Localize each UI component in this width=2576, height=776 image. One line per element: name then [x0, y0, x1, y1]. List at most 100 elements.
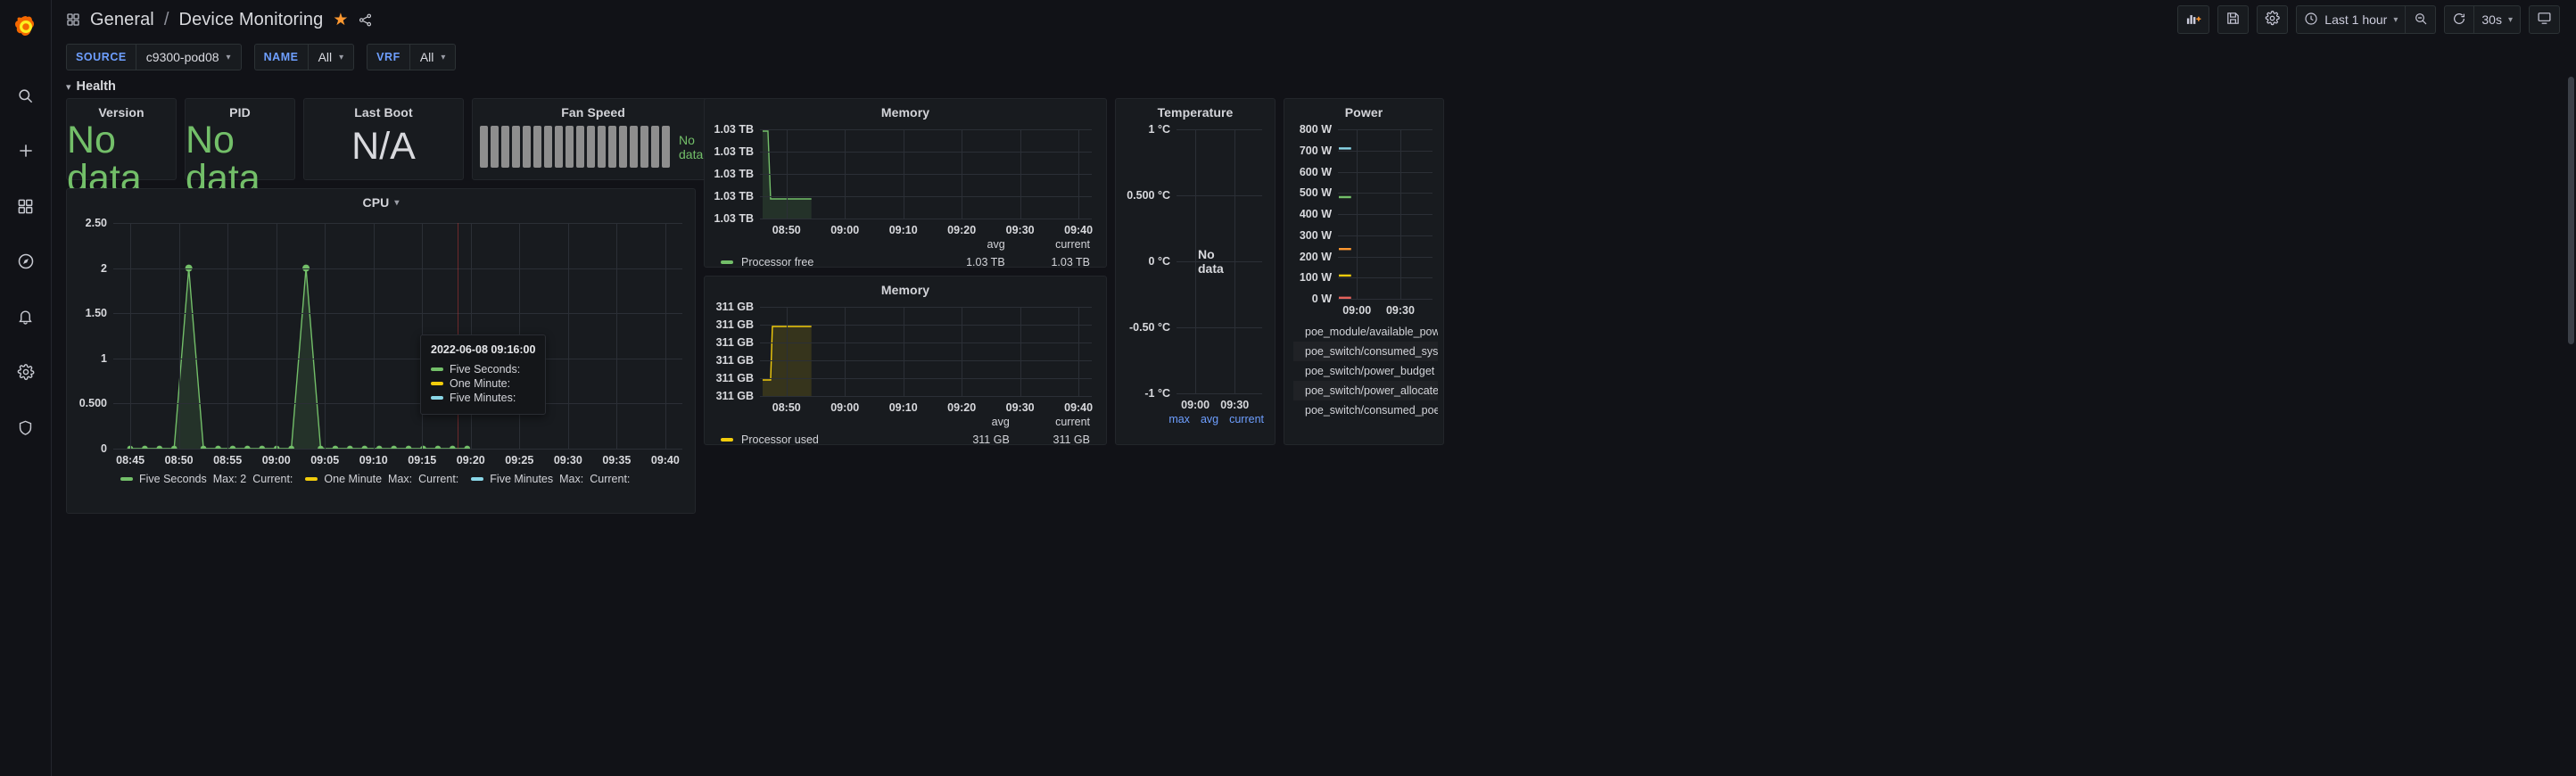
- legend-header-current[interactable]: current: [1229, 413, 1264, 425]
- gridline-horizontal: [760, 307, 1092, 308]
- y-axis-tick: 311 GB: [715, 354, 754, 367]
- tooltip-row: Five Minutes:: [431, 391, 535, 405]
- tooltip-series-label: Five Minutes:: [450, 392, 516, 404]
- grafana-logo-icon[interactable]: [7, 7, 45, 48]
- legend-header-current[interactable]: current: [1011, 414, 1090, 430]
- legend-header-avg[interactable]: avg: [1201, 413, 1218, 425]
- x-axis-tick: 09:40: [1064, 401, 1094, 414]
- memory-used-area-chart: [762, 326, 812, 396]
- refresh-interval-picker[interactable]: 30s ▾: [2474, 5, 2521, 34]
- bar-gauge-bar: [523, 126, 531, 168]
- variable-name-value[interactable]: All ▾: [307, 44, 355, 70]
- dashboard-settings-button[interactable]: [2257, 5, 2289, 34]
- clock-icon: [2304, 12, 2318, 29]
- legend-series[interactable]: poe_switch/consumed_system_power: [1293, 342, 1438, 361]
- panel-title-cpu[interactable]: CPU ▾: [67, 189, 695, 211]
- breadcrumb-folder[interactable]: General: [90, 10, 154, 30]
- gridline-horizontal: [1338, 277, 1432, 279]
- legend-header-avg[interactable]: avg: [921, 236, 1005, 252]
- share-icon[interactable]: [358, 12, 373, 28]
- star-icon[interactable]: ★: [333, 12, 348, 29]
- x-axis-tick: 09:20: [456, 454, 485, 466]
- gridline-horizontal: [760, 325, 1092, 326]
- panel-memory-used[interactable]: Memory 311 GB 311 GB 311 GB 311 GB 311 GB 311…: [704, 276, 1107, 446]
- panel-pid[interactable]: PID No data: [185, 98, 295, 198]
- page-scrollbar[interactable]: [2568, 77, 2574, 344]
- dashboards-grid-icon[interactable]: [66, 12, 80, 27]
- panel-last-boot[interactable]: Last Boot N/A: [303, 98, 464, 180]
- bar-gauge-bar: [566, 126, 574, 168]
- sidebar-item-search[interactable]: [7, 68, 45, 123]
- y-axis-tick: 700 W: [1299, 144, 1332, 157]
- sidebar-item-explore[interactable]: [7, 234, 45, 289]
- legend-header-current[interactable]: current: [1007, 236, 1090, 252]
- sidebar-item-configuration[interactable]: [7, 344, 45, 400]
- legend-series[interactable]: poe_switch/power_allocated: [1293, 381, 1438, 400]
- bar-gauge-bar: [651, 126, 659, 168]
- variable-vrf-value[interactable]: All ▾: [409, 44, 457, 70]
- plus-icon: [17, 142, 35, 160]
- row-header-health[interactable]: ▾ Health: [59, 75, 2569, 98]
- gridline-horizontal: [1177, 195, 1262, 196]
- chevron-down-icon[interactable]: ▾: [394, 198, 399, 208]
- time-range-picker[interactable]: Last 1 hour ▾: [2296, 5, 2407, 34]
- zoom-out-time-button[interactable]: [2406, 5, 2437, 34]
- search-icon: [17, 87, 34, 104]
- legend-series[interactable]: Processor used: [721, 433, 929, 446]
- legend-series[interactable]: Processor free: [721, 256, 920, 268]
- bar-gauge-bar: [512, 126, 520, 168]
- memory-used-plot-area: 311 GB 311 GB 311 GB 311 GB 311 GB 311 GB 08:5…: [716, 301, 1093, 414]
- sidebar-item-server-admin[interactable]: [7, 400, 45, 455]
- bar-gauge-bar: [640, 126, 648, 168]
- legend-series[interactable]: Five Minutes Max: Current:: [471, 473, 630, 485]
- gridline-horizontal: [1338, 129, 1432, 130]
- sidebar-item-dashboards[interactable]: [7, 178, 45, 234]
- panel-temperature[interactable]: Temperature No data 1 °C 0.500 °C 0 °C -0.5…: [1115, 98, 1276, 445]
- legend-header-max[interactable]: max: [1168, 413, 1190, 425]
- tv-mode-button[interactable]: [2529, 5, 2560, 34]
- legend-header-row: avg current: [721, 236, 1090, 252]
- legend-current: Current:: [418, 473, 459, 485]
- sidebar-item-create[interactable]: [7, 123, 45, 178]
- legend-series[interactable]: poe_switch/power_budget: [1293, 361, 1438, 381]
- column-temperature: Temperature No data 1 °C 0.500 °C 0 °C -0.5…: [1115, 98, 1276, 514]
- legend-series[interactable]: One Minute Max: Current:: [305, 473, 458, 485]
- tv-icon: [2537, 11, 2552, 29]
- panel-fan-speed[interactable]: Fan Speed No data: [472, 98, 715, 180]
- panel-version[interactable]: Version No data: [66, 98, 177, 198]
- legend-series[interactable]: Five Seconds Max: 2 Current:: [120, 473, 293, 485]
- gridline-horizontal: [1338, 171, 1432, 173]
- fan-no-data-text: No data: [679, 132, 704, 161]
- breadcrumb: General / Device Monitoring ★: [66, 10, 373, 30]
- legend-series-label: poe_switch/power_allocated: [1305, 384, 1438, 397]
- x-axis-tick: 09:00: [830, 401, 860, 414]
- gridline-horizontal: [1338, 193, 1432, 194]
- page-title[interactable]: Device Monitoring: [179, 10, 324, 30]
- legend-series[interactable]: poe_switch/consumed_poe_power: [1293, 400, 1438, 420]
- stat-value: N/A: [351, 125, 416, 168]
- refresh-button[interactable]: [2444, 5, 2475, 34]
- variable-source-text: c9300-pod08: [145, 50, 219, 64]
- x-axis-tick: 09:35: [602, 454, 632, 466]
- legend-current-value: 311 GB: [1053, 433, 1090, 446]
- variable-source-value[interactable]: c9300-pod08 ▾: [135, 44, 242, 70]
- y-axis-tick: 1.03 TB: [714, 168, 754, 180]
- gridline-vertical: [325, 223, 326, 449]
- y-axis-tick: 0 W: [1311, 293, 1332, 305]
- legend-header-avg[interactable]: avg: [931, 414, 1010, 430]
- panel-memory-free[interactable]: Memory 1.03 TB 1.03 TB 1.03 TB 1.03 TB 1.03 …: [704, 98, 1107, 268]
- legend-series[interactable]: poe_module/available_power: [1293, 322, 1438, 342]
- y-axis-tick: 0.500 °C: [1127, 189, 1170, 202]
- panel-power[interactable]: Power 800 W 700 W 600 W 500 W 400 W 300 W 200 …: [1284, 98, 1444, 445]
- add-panel-button[interactable]: [2177, 5, 2210, 34]
- shield-icon: [17, 419, 34, 436]
- gridline-horizontal: [1338, 214, 1432, 215]
- panel-cpu[interactable]: CPU ▾ 2.50 2 1.50 1 0.500 0 08:45 08:50 08:55 09:…: [66, 188, 696, 514]
- row-title: Health: [76, 79, 116, 94]
- memory-used-legend: avg current Processor used 311 GB 311 GB: [719, 412, 1092, 450]
- sidebar-item-alerting[interactable]: [7, 289, 45, 344]
- save-dashboard-button[interactable]: [2217, 5, 2250, 34]
- gridline-vertical: [1399, 129, 1401, 299]
- y-axis-tick: 0: [101, 442, 107, 455]
- cpu-legend: Five Seconds Max: 2 Current: One Minute Max:…: [120, 473, 682, 485]
